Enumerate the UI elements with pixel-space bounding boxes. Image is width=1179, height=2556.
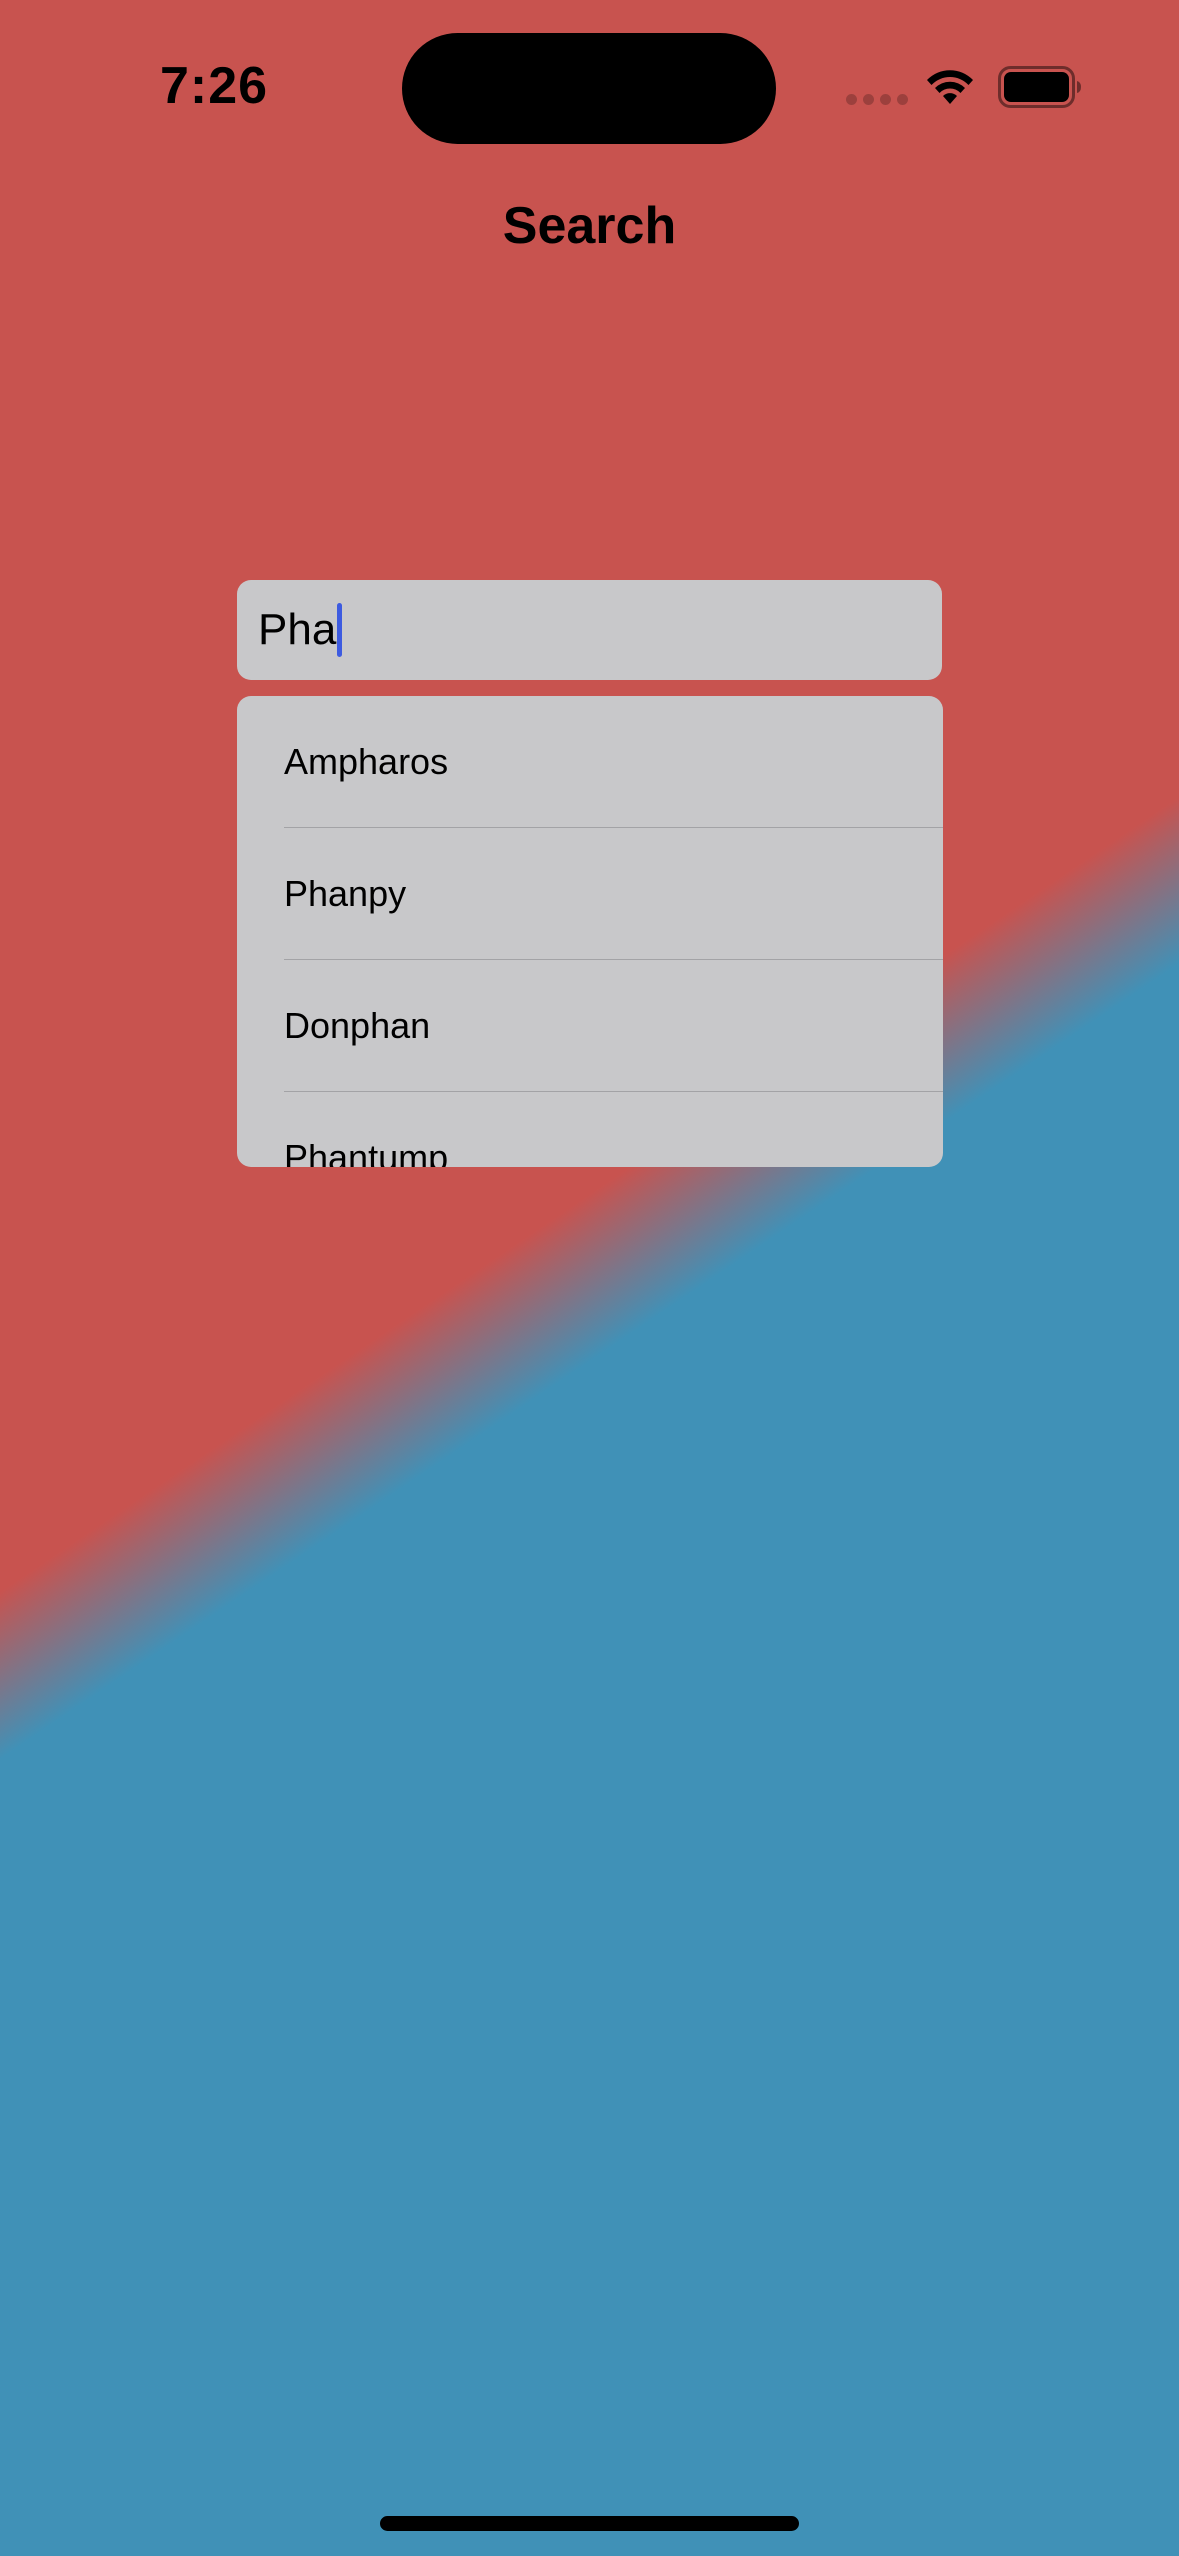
home-indicator[interactable] [380,2516,799,2531]
cellular-signal-icon [846,94,908,105]
suggestion-item[interactable]: Phanpy [237,828,943,960]
search-input[interactable]: Pha [237,580,942,680]
suggestion-item[interactable]: Ampharos [237,696,943,828]
suggestion-item[interactable]: Donphan [237,960,943,1092]
dynamic-island [402,33,776,144]
suggestion-item[interactable]: Phantump [237,1092,943,1167]
text-caret [337,603,343,657]
wifi-icon [927,70,973,104]
suggestions-list[interactable]: Ampharos Phanpy Donphan Phantump [237,696,943,1167]
search-input-value: Pha [258,605,337,654]
battery-icon [998,66,1081,108]
status-time: 7:26 [160,57,269,115]
page-title: Search [502,197,677,255]
